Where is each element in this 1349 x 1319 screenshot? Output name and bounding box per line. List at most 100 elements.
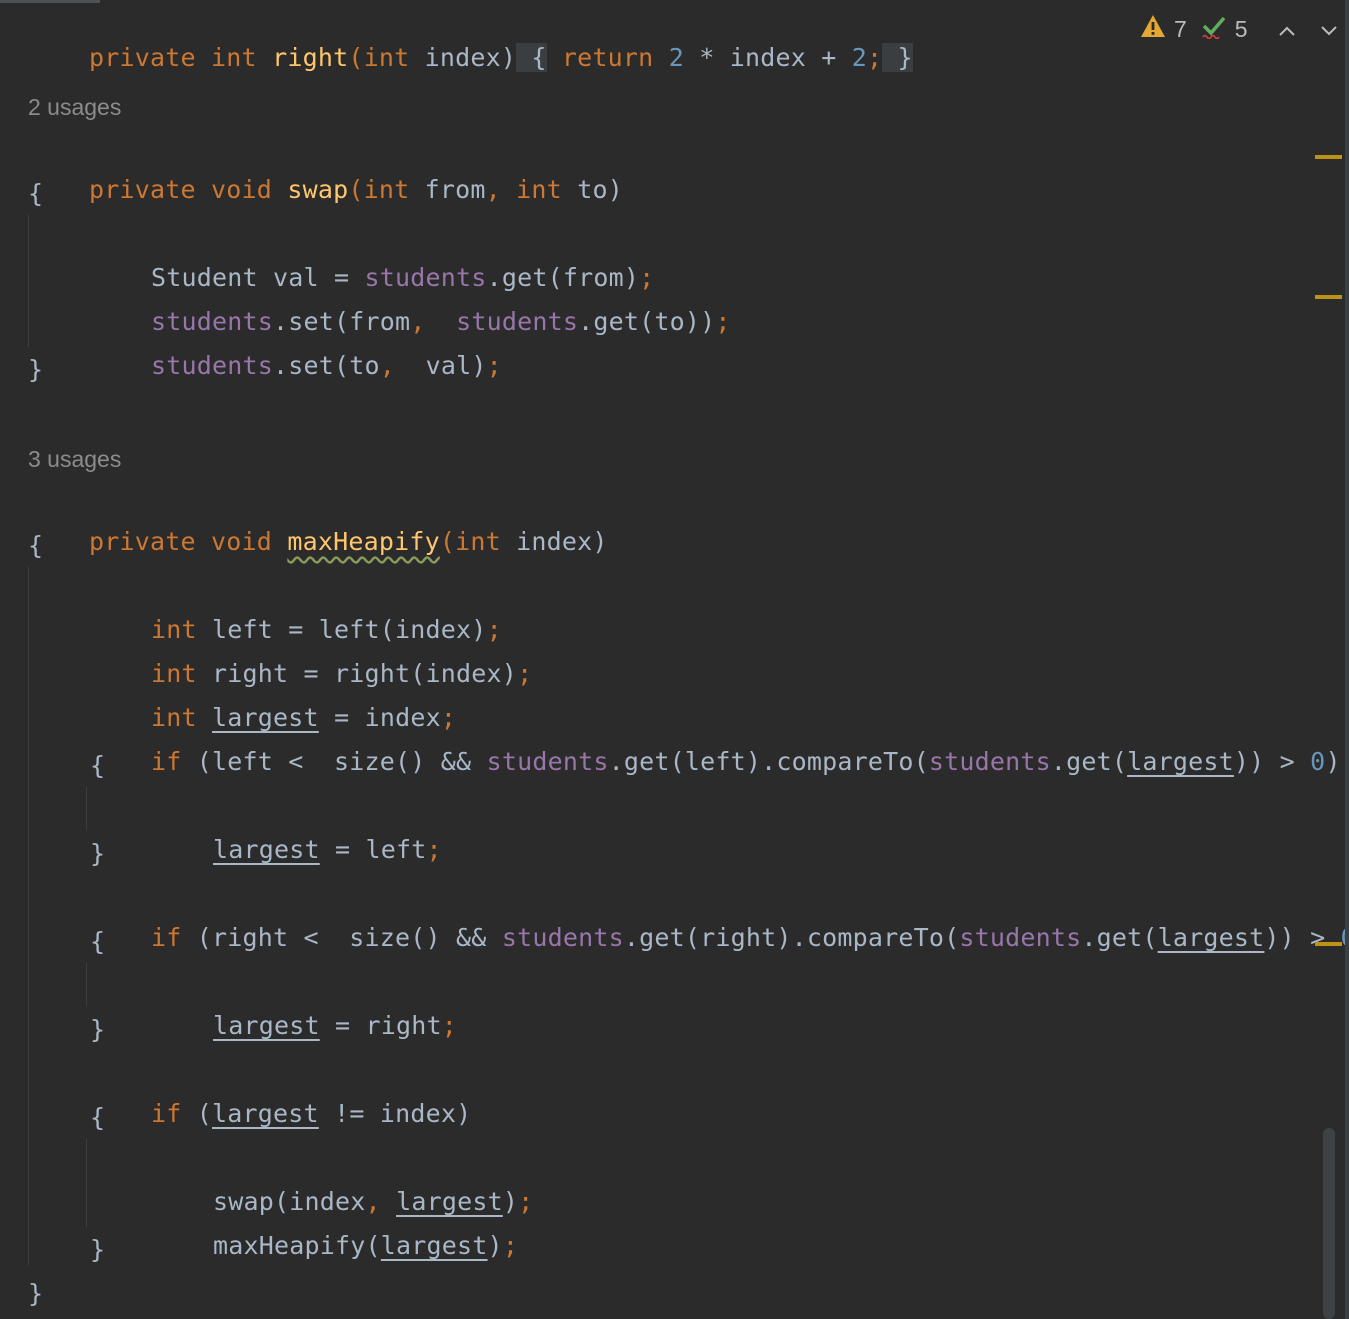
code-text: != index) <box>318 1099 472 1128</box>
variable-largest: largest <box>213 1011 320 1040</box>
keyword: private <box>89 527 196 556</box>
inspection-widget[interactable]: 7 5 <box>1140 12 1340 46</box>
code-text: .get(right).compareTo( <box>623 923 960 952</box>
code-line[interactable]: { <box>28 526 43 566</box>
warning-icon[interactable] <box>1140 14 1166 44</box>
warning-count[interactable]: 7 <box>1174 16 1187 43</box>
semicolon: ; <box>486 351 502 380</box>
number: 2 <box>851 43 867 72</box>
weak-warning-icon[interactable] <box>1201 13 1227 45</box>
variable-largest: largest <box>213 835 320 864</box>
variable-largest: largest <box>1157 923 1265 952</box>
code-text: ( <box>181 1099 213 1128</box>
code-text: (right < size() && <box>181 923 502 952</box>
code-line[interactable]: students.set(from, students.get(to)); <box>90 262 731 336</box>
code-line[interactable]: int largest = index; <box>90 658 456 732</box>
code-line[interactable]: int left = left(index); <box>90 570 502 644</box>
method-name: maxHeapify <box>287 527 440 556</box>
keyword: if <box>151 747 182 776</box>
code-line[interactable]: } <box>28 350 43 390</box>
keyword: return <box>561 43 654 72</box>
code-text: ) <box>487 1231 503 1260</box>
code-text: val) <box>425 351 487 380</box>
field-students: students <box>959 923 1082 952</box>
field-students: students <box>151 351 274 380</box>
vertical-scrollbar[interactable] <box>1322 0 1336 1319</box>
code-line[interactable]: } <box>90 1230 105 1270</box>
code-text: = right <box>319 1011 442 1040</box>
code-text: = left <box>319 835 427 864</box>
code-text: maxHeapify( <box>213 1231 381 1260</box>
code-text: .get(left).compareTo( <box>608 747 929 776</box>
code-line[interactable]: swap(index, largest); <box>152 1142 533 1216</box>
code-text: )) > <box>1233 747 1311 776</box>
code-line[interactable]: maxHeapify(largest); <box>152 1186 518 1260</box>
variable-largest: largest <box>380 1231 488 1260</box>
keyword: void <box>211 527 273 556</box>
field-students: students <box>501 923 624 952</box>
code-line[interactable]: } <box>90 834 105 874</box>
semicolon: ; <box>441 1011 458 1040</box>
weak-warning-count[interactable]: 5 <box>1235 16 1248 43</box>
code-line[interactable]: { <box>90 922 105 962</box>
code-line[interactable]: students.set(to, val); <box>90 306 502 380</box>
semicolon: ; <box>518 1187 534 1216</box>
editor-border <box>1345 0 1349 1319</box>
code-text: .get( <box>1050 747 1128 776</box>
code-editor[interactable]: private int right(int index) { return 2 … <box>0 0 1349 1319</box>
code-text: index) <box>500 527 608 556</box>
keyword: int <box>516 175 562 204</box>
code-line[interactable]: if (left < size() && students.get(left).… <box>90 702 1341 776</box>
comma: , <box>485 175 501 204</box>
folded-brace[interactable]: { <box>516 43 547 72</box>
indent-guide <box>86 963 87 1007</box>
code-line[interactable]: { <box>90 1098 105 1138</box>
keyword: int <box>211 43 257 72</box>
code-line-maxheapify-signature[interactable]: private void maxHeapify(int index) <box>28 482 608 556</box>
indent-guide <box>28 567 29 1265</box>
method-name: swap <box>287 175 349 204</box>
variable-largest: largest <box>212 1099 319 1128</box>
code-text: .get( <box>1081 923 1158 952</box>
code-text: (left < size() && <box>181 747 487 776</box>
semicolon: ; <box>502 1231 519 1260</box>
indent-guide <box>86 1139 87 1227</box>
paren: ( <box>348 175 364 204</box>
usages-hint[interactable]: 2 usages <box>28 92 121 122</box>
code-text: to) <box>561 175 623 204</box>
number: 2 <box>668 43 684 72</box>
keyword: if <box>151 923 182 952</box>
code-line[interactable]: largest = left; <box>152 790 442 864</box>
code-text: * index + <box>683 43 852 72</box>
code-text: from <box>409 175 486 204</box>
semicolon: ; <box>426 835 442 864</box>
keyword: int <box>363 43 410 72</box>
field-students: students <box>486 747 609 776</box>
code-line-right-method[interactable]: private int right(int index) { return 2 … <box>28 0 913 72</box>
code-line[interactable]: { <box>28 174 43 214</box>
code-line[interactable]: Student val = students.get(from); <box>90 218 654 292</box>
keyword: int <box>455 527 501 556</box>
code-line[interactable]: if (right < size() && students.get(right… <box>90 878 1349 952</box>
code-line[interactable]: int right = right(index); <box>90 614 532 688</box>
scrollbar-thumb[interactable] <box>1323 1128 1335 1319</box>
code-line[interactable]: { <box>90 746 105 786</box>
method-name: right <box>272 43 349 72</box>
usages-hint[interactable]: 3 usages <box>28 444 121 474</box>
code-line-swap-signature[interactable]: private void swap(int from, int to) <box>28 130 623 204</box>
code-line[interactable]: } <box>28 1274 43 1314</box>
code-line[interactable]: } <box>90 1010 105 1050</box>
previous-highlight-button[interactable] <box>1278 16 1296 43</box>
semicolon: ; <box>867 43 883 72</box>
semicolon: ; <box>517 659 533 688</box>
keyword: if <box>151 1099 182 1128</box>
paren: ( <box>439 527 456 556</box>
code-line[interactable]: largest = right; <box>152 966 457 1040</box>
keyword: int <box>363 175 410 204</box>
code-text: .set(to <box>273 351 380 380</box>
code-text: index) <box>409 43 517 72</box>
comma: , <box>379 351 396 380</box>
code-line[interactable]: if (largest != index) <box>90 1054 471 1128</box>
folded-brace[interactable]: } <box>882 43 913 72</box>
indent-guide <box>86 787 87 831</box>
